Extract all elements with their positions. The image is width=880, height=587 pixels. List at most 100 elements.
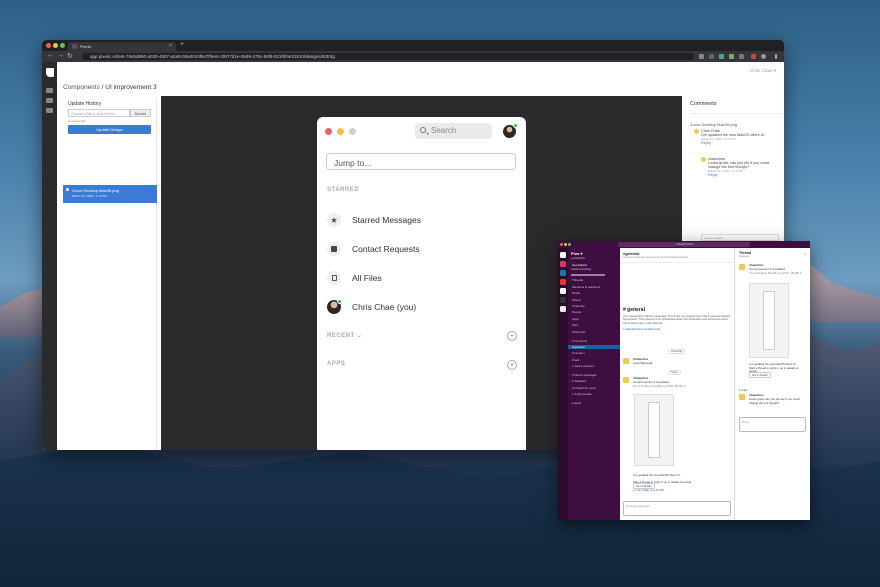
extension-icon[interactable] (709, 54, 714, 59)
image-preview[interactable] (749, 283, 789, 358)
reply-link[interactable]: Reply (708, 173, 780, 177)
breadcrumb-parent[interactable]: Components (63, 84, 100, 91)
add-recent-button[interactable]: + (507, 331, 517, 341)
close-window-button[interactable] (46, 43, 51, 48)
invite-people-button[interactable]: + Invite people (572, 392, 620, 396)
channel-general[interactable]: # general (568, 344, 620, 349)
get-started-item[interactable]: Get started (572, 263, 620, 267)
zoom-avatar[interactable] (503, 123, 518, 138)
item-label: Chris Chae (you) (352, 302, 417, 312)
contact-requests-item[interactable]: Contact Requests (327, 240, 517, 258)
channel-test[interactable]: # test (572, 358, 620, 362)
back-icon[interactable]: ← (47, 52, 54, 59)
sidebar-item-mentions[interactable]: Mentions & reactions (572, 285, 620, 289)
message-file[interactable]: Zoom Desktop Mac05.png (PNG, 89 kB) ▾ (749, 271, 801, 275)
zoom-search-input[interactable]: Search (415, 123, 492, 139)
workspace-icon[interactable] (560, 297, 566, 303)
maximize-window-button[interactable] (568, 243, 571, 246)
user-menu[interactable]: Chris Chae ▾ (750, 68, 776, 74)
extension-icon[interactable] (719, 54, 724, 59)
channel-random[interactable]: # random (572, 351, 620, 355)
channels-header[interactable]: ▾ Channels (572, 339, 620, 343)
add-channel-button[interactable]: + Add a channel (572, 364, 620, 368)
close-thread-icon[interactable]: × (804, 251, 806, 256)
add-app-button[interactable]: + (507, 360, 517, 370)
user-status: ● chawchris (571, 257, 585, 260)
pixelic-logo-icon[interactable] (46, 68, 54, 77)
extension-icon[interactable] (751, 54, 756, 59)
history-nav-icon[interactable] (46, 98, 53, 103)
workspace-icon[interactable] (560, 279, 566, 285)
workspace-icon[interactable] (560, 306, 566, 312)
design-nav-icon[interactable] (46, 88, 53, 93)
workspace-icon[interactable] (560, 288, 566, 294)
bookmark-icon[interactable] (699, 54, 704, 59)
sidebar-item-saved[interactable]: Saved (572, 298, 620, 302)
sidebar-item-threads[interactable]: Threads (572, 278, 620, 282)
thread-reply: chawchris Looks great, can you pls see if… (739, 393, 807, 405)
image-preview[interactable] (634, 394, 674, 466)
message-file[interactable]: Zoom Desktop Mac05.png (PNG, 89 kB) ▾ (633, 384, 685, 388)
all-files-item[interactable]: All Files (327, 269, 517, 287)
update-design-button[interactable]: Update Design (68, 125, 151, 134)
go-to-pixelic-button[interactable]: Go to Pixelic (749, 371, 771, 378)
dm-header[interactable]: ▾ Direct messages (572, 373, 620, 377)
jump-to-input[interactable]: Jump to... (326, 153, 516, 170)
self-contact-item[interactable]: Chris Chae (you) (327, 298, 517, 316)
update-history-panel: Update History Choose a file or drop it … (63, 98, 157, 450)
thread-channel[interactable]: #general (739, 255, 810, 258)
workspace-icon[interactable] (560, 270, 566, 276)
reload-icon[interactable]: ↻ (67, 52, 73, 60)
extension-icon[interactable] (729, 54, 734, 59)
thread-replies-link[interactable]: 1 reply Today at 1:13 PM (633, 488, 664, 492)
reply-input[interactable]: Leave a Reply (701, 234, 779, 241)
message-input[interactable]: Message #general (623, 501, 731, 516)
dm-self[interactable]: ● chawchris (you) (572, 386, 620, 390)
workspace-name[interactable]: Pivo ▾ (571, 251, 620, 256)
minimize-window-button[interactable] (53, 43, 58, 48)
thread-reply-input[interactable]: Reply... (739, 417, 806, 432)
message-caption: I've updated the new MacOS client UI. (633, 473, 681, 477)
reply-link[interactable]: Reply (701, 141, 779, 145)
channel-actions[interactable]: ✎ Add description ⊕ Add people (623, 328, 734, 331)
new-tab-button[interactable]: + (180, 41, 184, 48)
history-file-name: Zoom Desktop Mac05.png (72, 188, 119, 193)
thread-message: chawchris UI improvement 3 is updated. Zoo… (739, 263, 807, 275)
sidebar-item-people[interactable]: People (572, 310, 620, 314)
minimize-window-button[interactable] (564, 243, 567, 246)
url-input[interactable]: app.pixelic.io/test-76ebd860-a030-4507-a… (82, 53, 694, 60)
history-file-card[interactable]: Zoom Desktop Mac05.png March 24, 2020 • … (63, 185, 157, 203)
sidebar-item-show-less[interactable]: Show less (572, 330, 620, 334)
message-followup: I've updated the new MacOS client UI. Sta… (623, 473, 723, 492)
extension-icon[interactable] (739, 54, 744, 59)
settings-nav-icon[interactable] (46, 108, 53, 113)
sidebar-item-files[interactable]: Files (572, 323, 620, 327)
maximize-window-button[interactable] (60, 43, 65, 48)
browse-button[interactable]: Browse (130, 109, 151, 117)
avatar (739, 394, 745, 400)
sidebar-item-channels[interactable]: Channels (572, 304, 620, 308)
comment-file-label: Comment file (68, 119, 86, 123)
workspace-icon[interactable] (560, 261, 566, 267)
file-input[interactable]: Choose a file or drop it here... (68, 109, 130, 117)
date-divider: Yesterday (668, 349, 686, 354)
close-tab-icon[interactable]: × (169, 43, 172, 49)
channel-topic: Company-wide announcements and work-base… (623, 256, 689, 259)
browser-tab[interactable]: Pixelic × (68, 42, 176, 51)
zoom-close-dot-icon (325, 128, 332, 135)
dm-slackbot[interactable]: ● Slackbot (572, 379, 620, 383)
slack-search-input[interactable]: ⌕ Search Pivo (618, 242, 750, 247)
starred-messages-item[interactable]: Starred Messages (327, 211, 517, 229)
menu-icon[interactable] (775, 54, 777, 59)
recent-header[interactable]: RECENT ⌄ (327, 332, 362, 339)
online-status-icon (513, 123, 518, 128)
profile-icon[interactable] (761, 54, 766, 59)
thread-reply-count: 1 reply (739, 388, 748, 392)
forward-icon[interactable]: → (57, 52, 64, 59)
update-history-title: Update History (68, 101, 102, 107)
workspace-icon[interactable] (560, 252, 566, 258)
apps-header[interactable]: ▸ Apps (572, 401, 620, 405)
sidebar-item-drafts[interactable]: Drafts (572, 291, 620, 295)
sidebar-item-apps[interactable]: Apps (572, 317, 620, 321)
close-window-button[interactable] (560, 243, 563, 246)
